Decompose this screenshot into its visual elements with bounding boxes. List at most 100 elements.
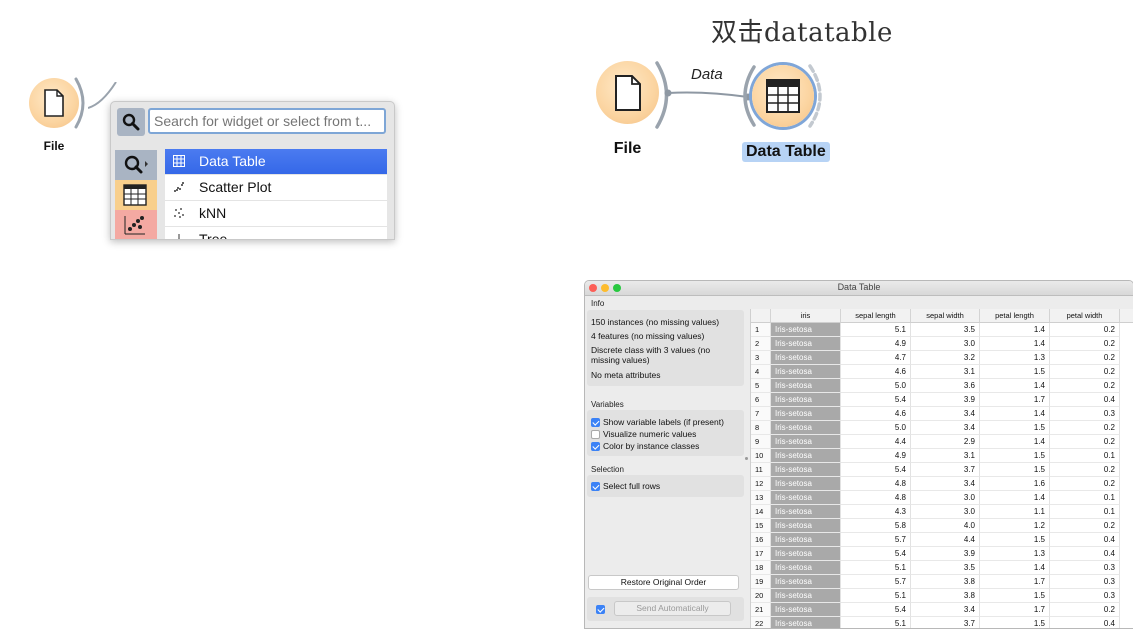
visualize-numeric-checkbox[interactable]	[591, 430, 600, 439]
column-header-sepal-width[interactable]: sepal width	[911, 309, 980, 323]
cell-sepal-length: 5.1	[841, 617, 911, 628]
cell-petal-length: 1.5	[980, 617, 1050, 628]
table-row[interactable]: 12 Iris-setosa 4.8 3.4 1.6 0.2	[751, 477, 1133, 491]
cell-petal-length: 1.6	[980, 477, 1050, 491]
table-row[interactable]: 1 Iris-setosa 5.1 3.5 1.4 0.2	[751, 323, 1133, 337]
table-row[interactable]: 22 Iris-setosa 5.1 3.7 1.5 0.4	[751, 617, 1133, 628]
row-index: 19	[751, 575, 771, 589]
table-row[interactable]: 19 Iris-setosa 5.7 3.8 1.7 0.3	[751, 575, 1133, 589]
select-full-rows-checkbox[interactable]	[591, 482, 600, 491]
cell-sepal-width: 4.4	[911, 533, 980, 547]
row-index: 10	[751, 449, 771, 463]
table-row[interactable]: 9 Iris-setosa 4.4 2.9 1.4 0.2	[751, 435, 1133, 449]
cell-petal-length: 1.5	[980, 365, 1050, 379]
cell-iris: Iris-setosa	[771, 435, 841, 449]
row-index: 21	[751, 603, 771, 617]
cell-petal-length: 1.2	[980, 519, 1050, 533]
scatter-icon	[174, 182, 184, 192]
suggestion-data-table[interactable]: Data Table	[165, 149, 387, 175]
cell-sepal-length: 4.9	[841, 449, 911, 463]
cell-sepal-width: 4.0	[911, 519, 980, 533]
link-label: Data	[691, 66, 723, 83]
cell-petal-width: 0.3	[1050, 561, 1120, 575]
table-row[interactable]: 18 Iris-setosa 5.1 3.5 1.4 0.3	[751, 561, 1133, 575]
info-instances: 150 instances (no missing values)	[591, 317, 720, 327]
cell-iris: Iris-setosa	[771, 533, 841, 547]
table-row[interactable]: 2 Iris-setosa 4.9 3.0 1.4 0.2	[751, 337, 1133, 351]
table-row[interactable]: 15 Iris-setosa 5.8 4.0 1.2 0.2	[751, 519, 1133, 533]
data-table-widget-label[interactable]: Data Table	[742, 142, 830, 162]
cell-sepal-width: 3.6	[911, 379, 980, 393]
send-automatically-button[interactable]: Send Automatically	[614, 601, 731, 616]
suggestion-scatter-plot[interactable]: Scatter Plot	[165, 175, 387, 201]
cell-sepal-length: 5.4	[841, 393, 911, 407]
data-table[interactable]: iris sepal length sepal width petal leng…	[750, 309, 1133, 628]
cell-sepal-width: 3.0	[911, 505, 980, 519]
widget-search-input[interactable]	[148, 108, 386, 134]
window-titlebar[interactable]: Data Table	[585, 281, 1133, 296]
send-automatically-checkbox[interactable]	[596, 605, 605, 614]
search-icon	[117, 108, 145, 136]
header-filler	[1120, 309, 1133, 323]
corner-header[interactable]	[751, 309, 771, 323]
table-row[interactable]: 16 Iris-setosa 5.7 4.4 1.5 0.4	[751, 533, 1133, 547]
cell-sepal-width: 3.0	[911, 491, 980, 505]
cell-sepal-length: 4.6	[841, 407, 911, 421]
cell-petal-width: 0.1	[1050, 491, 1120, 505]
table-row[interactable]: 6 Iris-setosa 5.4 3.9 1.7 0.4	[751, 393, 1133, 407]
cell-petal-width: 0.4	[1050, 393, 1120, 407]
info-section-label: Info	[591, 299, 605, 308]
cell-petal-width: 0.3	[1050, 407, 1120, 421]
cell-sepal-length: 4.4	[841, 435, 911, 449]
table-row[interactable]: 20 Iris-setosa 5.1 3.8 1.5 0.3	[751, 589, 1133, 603]
file-icon	[44, 89, 64, 117]
category-visualize[interactable]	[115, 210, 157, 239]
column-header-petal-width[interactable]: petal width	[1050, 309, 1120, 323]
show-labels-checkbox[interactable]	[591, 418, 600, 427]
table-row[interactable]: 8 Iris-setosa 5.0 3.4 1.5 0.2	[751, 421, 1133, 435]
cell-sepal-width: 3.1	[911, 449, 980, 463]
cell-petal-length: 1.4	[980, 379, 1050, 393]
cell-sepal-length: 5.0	[841, 421, 911, 435]
table-row[interactable]: 11 Iris-setosa 5.4 3.7 1.5 0.2	[751, 463, 1133, 477]
table-row[interactable]: 10 Iris-setosa 4.9 3.1 1.5 0.1	[751, 449, 1133, 463]
color-by-class-checkbox[interactable]	[591, 442, 600, 451]
cell-sepal-length: 4.9	[841, 337, 911, 351]
table-row[interactable]: 3 Iris-setosa 4.7 3.2 1.3 0.2	[751, 351, 1133, 365]
category-data[interactable]	[115, 180, 157, 210]
suggestion-knn[interactable]: kNN	[165, 201, 387, 227]
output-channel-arc[interactable]	[806, 62, 832, 130]
data-table-icon	[766, 79, 800, 113]
cell-iris: Iris-setosa	[771, 589, 841, 603]
cell-sepal-length: 4.8	[841, 477, 911, 491]
row-index: 2	[751, 337, 771, 351]
row-index: 5	[751, 379, 771, 393]
column-header-petal-length[interactable]: petal length	[980, 309, 1050, 323]
category-search[interactable]	[115, 150, 157, 180]
table-row[interactable]: 7 Iris-setosa 4.6 3.4 1.4 0.3	[751, 407, 1133, 421]
data-table-widget[interactable]	[752, 65, 814, 127]
column-header-iris[interactable]: iris	[771, 309, 841, 323]
table-row[interactable]: 21 Iris-setosa 5.4 3.4 1.7 0.2	[751, 603, 1133, 617]
suggestion-tree[interactable]: Tree	[165, 227, 387, 239]
cell-iris: Iris-setosa	[771, 561, 841, 575]
splitter-handle[interactable]	[745, 457, 748, 460]
knn-icon	[174, 208, 184, 218]
cell-petal-width: 0.2	[1050, 351, 1120, 365]
cell-iris: Iris-setosa	[771, 449, 841, 463]
suggestion-label: Data Table	[199, 153, 266, 169]
row-index: 7	[751, 407, 771, 421]
cell-sepal-width: 3.7	[911, 463, 980, 477]
table-row[interactable]: 17 Iris-setosa 5.4 3.9 1.3 0.4	[751, 547, 1133, 561]
column-header-sepal-length[interactable]: sepal length	[841, 309, 911, 323]
row-index: 6	[751, 393, 771, 407]
restore-order-button[interactable]: Restore Original Order	[588, 575, 739, 590]
table-row[interactable]: 5 Iris-setosa 5.0 3.6 1.4 0.2	[751, 379, 1133, 393]
cell-sepal-width: 3.4	[911, 421, 980, 435]
cell-petal-length: 1.4	[980, 323, 1050, 337]
variables-box: Show variable labels (if present) Visual…	[587, 410, 744, 456]
table-row[interactable]: 4 Iris-setosa 4.6 3.1 1.5 0.2	[751, 365, 1133, 379]
selection-section-label: Selection	[591, 465, 624, 474]
table-row[interactable]: 14 Iris-setosa 4.3 3.0 1.1 0.1	[751, 505, 1133, 519]
table-row[interactable]: 13 Iris-setosa 4.8 3.0 1.4 0.1	[751, 491, 1133, 505]
